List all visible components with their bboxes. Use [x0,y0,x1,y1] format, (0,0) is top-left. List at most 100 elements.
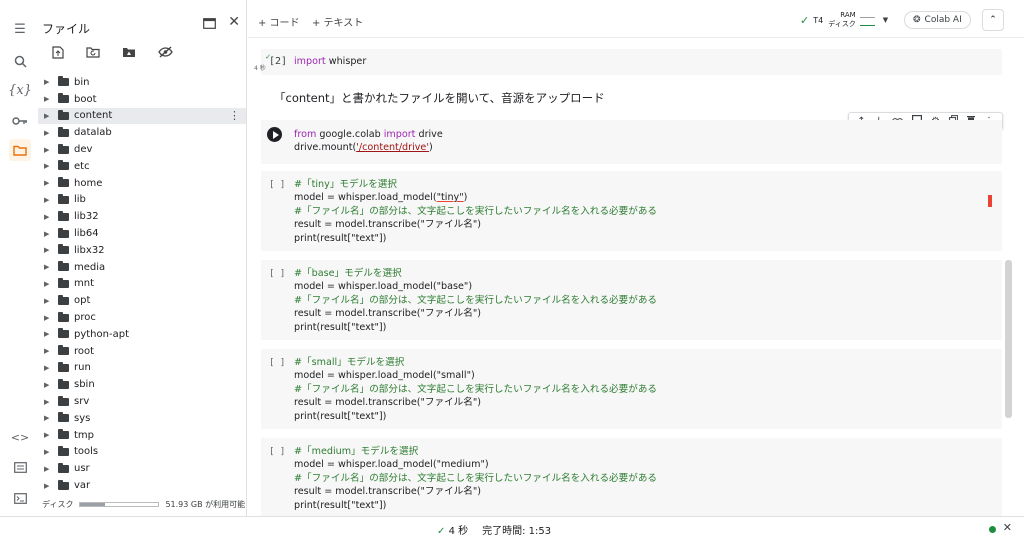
file-tree-item[interactable]: ▶ run [38,360,246,377]
close-status-icon[interactable]: ✕ [1003,521,1012,534]
cell-code[interactable]: from google.colab import drive drive.mou… [294,128,443,155]
expand-caret-icon[interactable]: ▶ [44,364,54,372]
expand-caret-icon[interactable]: ▶ [44,297,54,305]
cell-code[interactable]: #「tiny」モデルを選択 model = whisper.load_model… [294,178,657,245]
new-window-icon[interactable] [203,17,217,33]
file-tree-item[interactable]: ▶ boot [38,91,246,108]
expand-caret-icon[interactable]: ▶ [44,431,54,439]
terminal-icon[interactable] [9,487,31,509]
exec-count: [2] [269,56,288,67]
expand-caret-icon[interactable]: ▶ [44,465,54,473]
text-cell[interactable]: 「content」と書かれたファイルを開いて、音源をアップロード [274,90,605,106]
expand-caret-icon[interactable]: ▶ [44,129,54,137]
code-cell-base[interactable]: [ ] #「base」モデルを選択 model = whisper.load_m… [261,260,1002,340]
code-cell-small[interactable]: [ ] #「small」モデルを選択 model = whisper.load_… [261,349,1002,429]
more-options-icon[interactable]: ⋮ [229,109,240,122]
code-cell-drive-mount[interactable]: from google.colab import drive drive.mou… [261,120,1002,164]
expand-caret-icon[interactable]: ▶ [44,381,54,389]
cell-code[interactable]: #「medium」モデルを選択 model = whisper.load_mod… [294,445,657,512]
folder-icon[interactable] [9,139,31,161]
file-tree-item[interactable]: ▶ var [38,477,246,494]
hide-files-icon[interactable] [158,46,173,62]
code-cell-tiny[interactable]: [ ] #「tiny」モデルを選択 model = whisper.load_m… [261,171,1002,251]
expand-caret-icon[interactable]: ▶ [44,314,54,322]
expand-caret-icon[interactable]: ▶ [44,213,54,221]
file-tree-item[interactable]: ▶ sbin [38,376,246,393]
file-tree-item[interactable]: ▶ dev [38,141,246,158]
file-tree-item[interactable]: ▶ home [38,175,246,192]
folder-icon [58,76,69,87]
notebook-scrollbar[interactable] [1005,260,1012,418]
expand-caret-icon[interactable]: ▶ [44,230,54,238]
file-tree-label: lib64 [74,228,99,240]
chevron-up-icon: ⌃ [989,15,997,25]
file-tree-item[interactable]: ▶ datalab [38,124,246,141]
variables-icon[interactable]: {x} [8,79,32,101]
file-tree-label: srv [74,396,90,408]
file-tree-item[interactable]: ▶ etc [38,158,246,175]
connection-status-dot [989,526,996,533]
folder-icon [58,277,69,288]
file-tree-label: var [74,480,91,492]
search-icon[interactable] [9,50,31,72]
disk-top-label: ディスク [828,20,856,28]
file-tree-item[interactable]: ▶ proc [38,309,246,326]
expand-caret-icon[interactable]: ▶ [44,280,54,288]
expand-caret-icon[interactable]: ▶ [44,482,54,490]
code-cell-medium[interactable]: [ ] #「medium」モデルを選択 model = whisper.load… [261,438,1002,516]
file-tree-item[interactable]: ▶ srv [38,393,246,410]
cell-code[interactable]: import whisper [294,55,366,68]
runtime-dropdown-icon[interactable]: ▼ [883,16,888,24]
refresh-icon[interactable] [86,46,100,62]
notebook-area: ✓ 4 秒 [2] import whisper 「content」と書かれたフ… [248,38,1014,516]
expand-caret-icon[interactable]: ▶ [44,162,54,170]
file-tree-item[interactable]: ▶ media [38,259,246,276]
expand-caret-icon[interactable]: ▶ [44,179,54,187]
file-tree-item[interactable]: ▶ libx32 [38,242,246,259]
folder-icon [58,345,69,356]
file-tree-item[interactable]: ▶ lib [38,192,246,209]
file-tree-item[interactable]: ▶ mnt [38,276,246,293]
expand-caret-icon[interactable]: ▶ [44,95,54,103]
code-cell-import[interactable]: ✓ 4 秒 [2] import whisper [254,49,1002,75]
file-tree-item[interactable]: ▶ bin [38,74,246,91]
terminal-list-icon[interactable] [9,456,31,478]
menu-icon[interactable]: ☰ [9,18,31,40]
file-tree-item[interactable]: ▶ python-apt [38,326,246,343]
collapse-header-button[interactable]: ⌃ [982,9,1004,31]
expand-caret-icon[interactable]: ▶ [44,263,54,271]
runtime-status[interactable]: ✓ T4 RAM ディスク ▼ [800,9,888,31]
add-text-button[interactable]: + テキスト [312,14,363,29]
expand-caret-icon[interactable]: ▶ [44,414,54,422]
expand-caret-icon[interactable]: ▶ [44,448,54,456]
file-tree-item[interactable]: ▶ lib64 [38,225,246,242]
expand-caret-icon[interactable]: ▶ [44,330,54,338]
file-tree-item[interactable]: ▶ usr [38,460,246,477]
files-panel-title: ファイル [42,22,91,36]
key-icon[interactable] [9,110,31,132]
expand-caret-icon[interactable]: ▶ [44,398,54,406]
expand-caret-icon[interactable]: ▶ [44,78,54,86]
file-tree-item[interactable]: ▶ sys [38,410,246,427]
cell-code[interactable]: #「small」モデルを選択 model = whisper.load_mode… [294,356,657,423]
file-tree-item[interactable]: ▶ root [38,343,246,360]
expand-caret-icon[interactable]: ▶ [44,196,54,204]
cell-code[interactable]: #「base」モデルを選択 model = whisper.load_model… [294,267,657,334]
gpu-label: T4 [813,15,824,25]
expand-caret-icon[interactable]: ▶ [44,112,54,120]
mount-drive-icon[interactable] [122,46,136,62]
file-tree-item[interactable]: ▶ tools [38,444,246,461]
expand-caret-icon[interactable]: ▶ [44,246,54,254]
add-code-button[interactable]: + コード [258,14,300,29]
upload-icon[interactable] [52,46,64,62]
close-icon[interactable]: ✕ [228,15,240,33]
run-cell-icon[interactable] [267,127,282,142]
colab-ai-button[interactable]: ❂ Colab AI [904,9,971,31]
file-tree-item[interactable]: ▶ lib32 [38,208,246,225]
expand-caret-icon[interactable]: ▶ [44,146,54,154]
code-snippets-icon[interactable]: <> [9,426,31,448]
file-tree-item[interactable]: ▶ tmp [38,427,246,444]
file-tree-item[interactable]: ▶ opt [38,292,246,309]
expand-caret-icon[interactable]: ▶ [44,347,54,355]
file-tree-item[interactable]: ▶ content ⋮ [38,107,246,125]
